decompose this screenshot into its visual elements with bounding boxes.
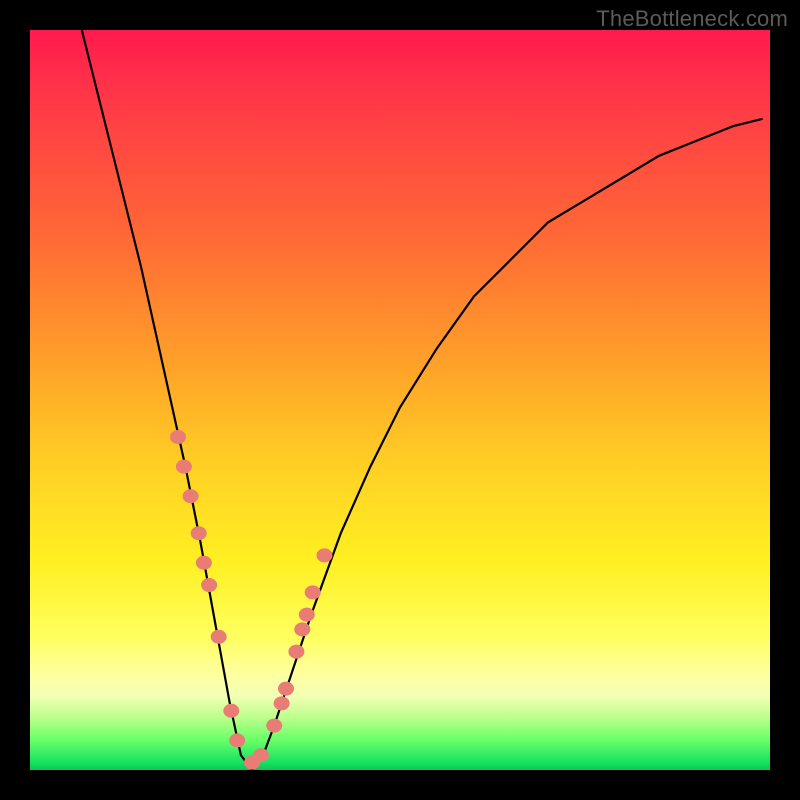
marker-dot [183,490,198,503]
marker-dot [224,704,239,717]
marker-dot [211,630,226,643]
marker-dot [305,586,320,599]
marker-dot [196,556,211,569]
marker-dot [267,719,282,732]
marker-dot [253,749,268,762]
marker-dot [295,623,310,636]
watermark-text: TheBottleneck.com [596,6,788,32]
marker-dot [279,682,294,695]
marker-dot [191,527,206,540]
marker-dot [171,431,186,444]
plot-area [30,30,770,770]
marker-dots-group [171,431,333,770]
marker-dot [289,645,304,658]
marker-dot [202,579,217,592]
marker-dot [176,460,191,473]
chart-svg [30,30,770,770]
marker-dot [274,697,289,710]
outer-frame: TheBottleneck.com [0,0,800,800]
marker-dot [299,608,314,621]
marker-dot [230,734,245,747]
marker-dot [317,549,332,562]
bottleneck-curve [82,30,763,770]
